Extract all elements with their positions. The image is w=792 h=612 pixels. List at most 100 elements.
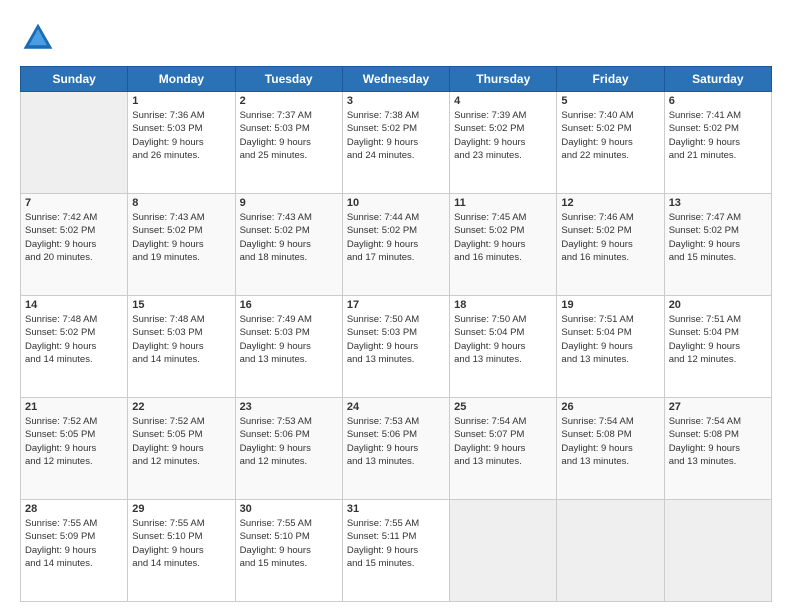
calendar-cell: 29 Sunrise: 7:55 AM Sunset: 5:10 PM Dayli… <box>128 500 235 602</box>
day-info: Sunrise: 7:48 AM Sunset: 5:02 PM Dayligh… <box>25 313 123 366</box>
calendar-header-sunday: Sunday <box>21 67 128 92</box>
calendar-cell: 15 Sunrise: 7:48 AM Sunset: 5:03 PM Dayli… <box>128 296 235 398</box>
day-info: Sunrise: 7:39 AM Sunset: 5:02 PM Dayligh… <box>454 109 552 162</box>
calendar-cell: 14 Sunrise: 7:48 AM Sunset: 5:02 PM Dayli… <box>21 296 128 398</box>
calendar-header-friday: Friday <box>557 67 664 92</box>
day-number: 19 <box>561 299 659 311</box>
day-number: 17 <box>347 299 445 311</box>
logo <box>20 20 60 56</box>
calendar-header-monday: Monday <box>128 67 235 92</box>
calendar-cell: 3 Sunrise: 7:38 AM Sunset: 5:02 PM Daylig… <box>342 92 449 194</box>
calendar-cell: 23Sunrise: 7:53 AM Sunset: 5:06 PM Dayli… <box>235 398 342 500</box>
page: SundayMondayTuesdayWednesdayThursdayFrid… <box>0 0 792 612</box>
day-number: 6 <box>669 95 767 107</box>
calendar-cell: 6Sunrise: 7:41 AM Sunset: 5:02 PM Daylig… <box>664 92 771 194</box>
day-info: Sunrise: 7:48 AM Sunset: 5:03 PM Dayligh… <box>132 313 230 366</box>
calendar-cell: 21 Sunrise: 7:52 AM Sunset: 5:05 PM Dayli… <box>21 398 128 500</box>
calendar-cell: 4 Sunrise: 7:39 AM Sunset: 5:02 PM Daylig… <box>450 92 557 194</box>
day-info: Sunrise: 7:40 AM Sunset: 5:02 PM Dayligh… <box>561 109 659 162</box>
day-info: Sunrise: 7:54 AM Sunset: 5:08 PM Dayligh… <box>561 415 659 468</box>
day-info: Sunrise: 7:53 AM Sunset: 5:06 PM Dayligh… <box>347 415 445 468</box>
calendar-cell <box>557 500 664 602</box>
calendar-cell: 27 Sunrise: 7:54 AM Sunset: 5:08 PM Dayli… <box>664 398 771 500</box>
day-number: 31 <box>347 503 445 515</box>
day-number: 20 <box>669 299 767 311</box>
day-number: 4 <box>454 95 552 107</box>
day-number: 27 <box>669 401 767 413</box>
logo-icon <box>20 20 56 56</box>
day-info: Sunrise: 7:51 AM Sunset: 5:04 PM Dayligh… <box>669 313 767 366</box>
calendar-header-wednesday: Wednesday <box>342 67 449 92</box>
day-info: Sunrise: 7:50 AM Sunset: 5:04 PM Dayligh… <box>454 313 552 366</box>
calendar-cell: 17Sunrise: 7:50 AM Sunset: 5:03 PM Dayli… <box>342 296 449 398</box>
calendar-cell: 25 Sunrise: 7:54 AM Sunset: 5:07 PM Dayli… <box>450 398 557 500</box>
calendar-cell: 13Sunrise: 7:47 AM Sunset: 5:02 PM Dayli… <box>664 194 771 296</box>
calendar-week-2: 7 Sunrise: 7:42 AM Sunset: 5:02 PM Daylig… <box>21 194 772 296</box>
day-info: Sunrise: 7:51 AM Sunset: 5:04 PM Dayligh… <box>561 313 659 366</box>
calendar-header-row: SundayMondayTuesdayWednesdayThursdayFrid… <box>21 67 772 92</box>
day-info: Sunrise: 7:45 AM Sunset: 5:02 PM Dayligh… <box>454 211 552 264</box>
day-info: Sunrise: 7:36 AM Sunset: 5:03 PM Dayligh… <box>132 109 230 162</box>
day-info: Sunrise: 7:52 AM Sunset: 5:05 PM Dayligh… <box>132 415 230 468</box>
day-info: Sunrise: 7:54 AM Sunset: 5:08 PM Dayligh… <box>669 415 767 468</box>
calendar-cell: 19 Sunrise: 7:51 AM Sunset: 5:04 PM Dayli… <box>557 296 664 398</box>
day-info: Sunrise: 7:54 AM Sunset: 5:07 PM Dayligh… <box>454 415 552 468</box>
day-info: Sunrise: 7:37 AM Sunset: 5:03 PM Dayligh… <box>240 109 338 162</box>
day-number: 15 <box>132 299 230 311</box>
calendar-cell: 1 Sunrise: 7:36 AM Sunset: 5:03 PM Daylig… <box>128 92 235 194</box>
day-info: Sunrise: 7:43 AM Sunset: 5:02 PM Dayligh… <box>132 211 230 264</box>
calendar-cell: 11 Sunrise: 7:45 AM Sunset: 5:02 PM Dayli… <box>450 194 557 296</box>
header <box>20 20 772 56</box>
day-info: Sunrise: 7:52 AM Sunset: 5:05 PM Dayligh… <box>25 415 123 468</box>
day-info: Sunrise: 7:49 AM Sunset: 5:03 PM Dayligh… <box>240 313 338 366</box>
day-number: 23 <box>240 401 338 413</box>
day-number: 29 <box>132 503 230 515</box>
day-number: 26 <box>561 401 659 413</box>
day-number: 9 <box>240 197 338 209</box>
day-info: Sunrise: 7:43 AM Sunset: 5:02 PM Dayligh… <box>240 211 338 264</box>
calendar-week-5: 28 Sunrise: 7:55 AM Sunset: 5:09 PM Dayli… <box>21 500 772 602</box>
day-number: 11 <box>454 197 552 209</box>
day-info: Sunrise: 7:42 AM Sunset: 5:02 PM Dayligh… <box>25 211 123 264</box>
day-number: 8 <box>132 197 230 209</box>
calendar-cell: 12 Sunrise: 7:46 AM Sunset: 5:02 PM Dayli… <box>557 194 664 296</box>
day-number: 3 <box>347 95 445 107</box>
day-number: 21 <box>25 401 123 413</box>
day-info: Sunrise: 7:55 AM Sunset: 5:09 PM Dayligh… <box>25 517 123 570</box>
calendar-cell <box>450 500 557 602</box>
calendar-cell: 16 Sunrise: 7:49 AM Sunset: 5:03 PM Dayli… <box>235 296 342 398</box>
day-info: Sunrise: 7:47 AM Sunset: 5:02 PM Dayligh… <box>669 211 767 264</box>
day-number: 5 <box>561 95 659 107</box>
day-info: Sunrise: 7:38 AM Sunset: 5:02 PM Dayligh… <box>347 109 445 162</box>
calendar-week-1: 1 Sunrise: 7:36 AM Sunset: 5:03 PM Daylig… <box>21 92 772 194</box>
day-number: 10 <box>347 197 445 209</box>
day-number: 30 <box>240 503 338 515</box>
calendar-header-saturday: Saturday <box>664 67 771 92</box>
day-number: 28 <box>25 503 123 515</box>
day-number: 16 <box>240 299 338 311</box>
day-number: 1 <box>132 95 230 107</box>
day-info: Sunrise: 7:44 AM Sunset: 5:02 PM Dayligh… <box>347 211 445 264</box>
day-number: 7 <box>25 197 123 209</box>
day-info: Sunrise: 7:46 AM Sunset: 5:02 PM Dayligh… <box>561 211 659 264</box>
day-number: 2 <box>240 95 338 107</box>
calendar-week-4: 21 Sunrise: 7:52 AM Sunset: 5:05 PM Dayli… <box>21 398 772 500</box>
calendar-cell: 24Sunrise: 7:53 AM Sunset: 5:06 PM Dayli… <box>342 398 449 500</box>
calendar: SundayMondayTuesdayWednesdayThursdayFrid… <box>20 66 772 602</box>
day-number: 18 <box>454 299 552 311</box>
calendar-cell <box>664 500 771 602</box>
calendar-cell: 8 Sunrise: 7:43 AM Sunset: 5:02 PM Daylig… <box>128 194 235 296</box>
day-number: 12 <box>561 197 659 209</box>
calendar-header-tuesday: Tuesday <box>235 67 342 92</box>
calendar-week-3: 14 Sunrise: 7:48 AM Sunset: 5:02 PM Dayli… <box>21 296 772 398</box>
calendar-cell: 20 Sunrise: 7:51 AM Sunset: 5:04 PM Dayli… <box>664 296 771 398</box>
day-info: Sunrise: 7:55 AM Sunset: 5:10 PM Dayligh… <box>132 517 230 570</box>
calendar-cell: 26 Sunrise: 7:54 AM Sunset: 5:08 PM Dayli… <box>557 398 664 500</box>
calendar-cell: 18 Sunrise: 7:50 AM Sunset: 5:04 PM Dayli… <box>450 296 557 398</box>
calendar-header-thursday: Thursday <box>450 67 557 92</box>
calendar-cell: 9 Sunrise: 7:43 AM Sunset: 5:02 PM Daylig… <box>235 194 342 296</box>
day-info: Sunrise: 7:55 AM Sunset: 5:11 PM Dayligh… <box>347 517 445 570</box>
calendar-cell: 28 Sunrise: 7:55 AM Sunset: 5:09 PM Dayli… <box>21 500 128 602</box>
day-number: 14 <box>25 299 123 311</box>
day-number: 25 <box>454 401 552 413</box>
